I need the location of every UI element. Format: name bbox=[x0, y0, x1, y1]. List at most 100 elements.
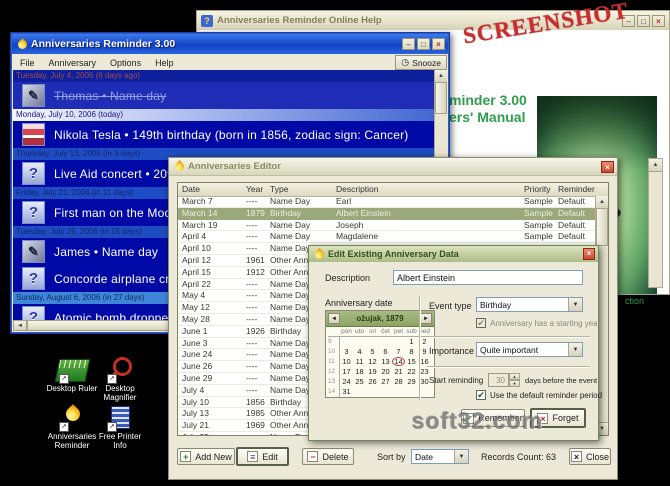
minimize-button[interactable]: – bbox=[402, 38, 415, 50]
window-title: Anniversaries Reminder Online Help bbox=[217, 15, 382, 26]
menu-help[interactable]: Help bbox=[148, 58, 181, 68]
calendar-day[interactable]: 22 bbox=[405, 367, 418, 377]
nameday-icon: ✎ bbox=[22, 84, 45, 107]
main-titlebar[interactable]: Anniversaries Reminder 3.00 – □ × bbox=[12, 34, 448, 54]
cell: Magdalene bbox=[336, 231, 379, 242]
column-header[interactable]: Reminder bbox=[558, 184, 598, 195]
cell: 1856 bbox=[246, 396, 265, 407]
calendar-day bbox=[353, 387, 366, 397]
anniversary-item[interactable]: Nikola Tesla • 149th birthday (born in 1… bbox=[13, 121, 447, 148]
days-spinner[interactable]: 30 bbox=[488, 373, 509, 387]
column-header[interactable]: Type bbox=[270, 184, 334, 195]
calendar-day[interactable]: 15 bbox=[405, 357, 418, 367]
calendar-day[interactable]: 1 bbox=[405, 337, 418, 347]
column-header[interactable]: Priority bbox=[524, 184, 558, 195]
calendar-day[interactable]: 12 bbox=[366, 357, 379, 367]
close-icon[interactable]: × bbox=[583, 248, 595, 260]
calendar-day[interactable]: 20 bbox=[379, 367, 392, 377]
calendar-day[interactable]: 3 bbox=[340, 347, 353, 357]
help-scrollbar[interactable]: ▲ bbox=[648, 158, 663, 288]
calendar-day[interactable]: 7 bbox=[392, 347, 405, 357]
dialog-titlebar[interactable]: Edit Existing Anniversary Data × bbox=[309, 246, 598, 262]
calendar-day bbox=[379, 337, 392, 347]
sort-combobox[interactable]: Date ▼ bbox=[411, 449, 469, 464]
chevron-down-icon[interactable]: ▼ bbox=[454, 450, 468, 463]
starting-year-checkbox[interactable]: ✔ bbox=[476, 318, 486, 328]
calendar-day[interactable]: 26 bbox=[366, 377, 379, 387]
close-button[interactable]: × Close bbox=[569, 448, 611, 465]
item-text: Nikola Tesla • 149th birthday (born in 1… bbox=[54, 127, 409, 142]
calendar-day[interactable]: 4 bbox=[353, 347, 366, 357]
calendar-day[interactable]: 11 bbox=[353, 357, 366, 367]
maximize-button[interactable]: □ bbox=[417, 38, 430, 50]
cell: ---- bbox=[246, 231, 258, 242]
selected-day[interactable]: 14 bbox=[392, 357, 405, 366]
close-icon[interactable]: × bbox=[601, 160, 614, 173]
desktop-shortcut[interactable]: ↗ Free Printer Info bbox=[92, 404, 148, 450]
column-header[interactable]: Description bbox=[336, 184, 522, 195]
chevron-down-icon[interactable]: ▼ bbox=[568, 298, 582, 311]
calendar-day[interactable]: 19 bbox=[366, 367, 379, 377]
table-row[interactable]: March 14 1879 Birthday Albert Einstein Sampl… bbox=[178, 207, 596, 220]
help-link-fragment[interactable]: ction bbox=[625, 296, 644, 306]
calendar-day[interactable]: 25 bbox=[353, 377, 366, 387]
calendar-next-icon[interactable]: ► bbox=[420, 313, 432, 324]
calendar-day[interactable]: 31 bbox=[340, 387, 353, 397]
scroll-left-icon[interactable]: ◄ bbox=[13, 320, 27, 331]
item-text: First man on the Moon • bbox=[54, 205, 187, 220]
calendar-day[interactable]: 28 bbox=[392, 377, 405, 387]
item-text: James • Name day bbox=[54, 244, 159, 259]
calendar-day[interactable]: 13 bbox=[379, 357, 392, 367]
calendar-day[interactable]: 5 bbox=[366, 347, 379, 357]
chevron-down-icon[interactable]: ▼ bbox=[568, 343, 582, 356]
plus-icon: + bbox=[180, 451, 192, 462]
scroll-up-icon[interactable]: ▲ bbox=[649, 159, 662, 172]
column-header[interactable]: Date bbox=[182, 184, 242, 195]
scroll-thumb[interactable] bbox=[435, 82, 447, 114]
spinner-buttons[interactable]: ▲ ▼ bbox=[509, 373, 520, 387]
snooze-button[interactable]: ◷ Snooze bbox=[395, 55, 447, 70]
description-input[interactable]: Albert Einstein bbox=[393, 270, 583, 285]
delete-button[interactable]: − Delete bbox=[302, 448, 354, 465]
importance-value: Quite important bbox=[480, 345, 539, 355]
cell: April 12 bbox=[182, 254, 211, 265]
desktop-shortcut[interactable]: ↗ Desktop Magnifier bbox=[92, 356, 148, 402]
calendar-day[interactable]: 8 bbox=[405, 347, 418, 357]
calendar-day[interactable]: 29 bbox=[405, 377, 418, 387]
edit-button[interactable]: ≡ Edit bbox=[236, 447, 289, 466]
cell: Sample bbox=[524, 207, 553, 218]
calendar-day[interactable]: 17 bbox=[340, 367, 353, 377]
calendar-day[interactable]: 10 bbox=[340, 357, 353, 367]
calendar-day[interactable]: 24 bbox=[340, 377, 353, 387]
event-type-combobox[interactable]: Birthday ▼ bbox=[476, 297, 583, 312]
nameday-icon: ✎ bbox=[22, 240, 45, 263]
table-row[interactable]: March 7 ---- Name Day Earl Sample Default bbox=[178, 196, 596, 208]
day-of-week: sub bbox=[406, 328, 417, 335]
menu-options[interactable]: Options bbox=[103, 58, 148, 68]
calendar-day[interactable]: 14 bbox=[392, 357, 405, 367]
sort-by-label: Sort by bbox=[377, 452, 406, 462]
calendar-day[interactable]: 18 bbox=[353, 367, 366, 377]
cell: ---- bbox=[246, 349, 258, 360]
shortcut-arrow-icon: ↗ bbox=[107, 374, 117, 384]
close-icon[interactable]: × bbox=[432, 38, 445, 50]
scroll-thumb[interactable] bbox=[596, 208, 608, 246]
menu-anniversary[interactable]: Anniversary bbox=[42, 58, 104, 68]
column-header[interactable]: Year bbox=[246, 184, 269, 195]
spin-up-icon[interactable]: ▲ bbox=[509, 373, 520, 380]
cell: ---- bbox=[246, 337, 258, 348]
calendar-day[interactable]: 27 bbox=[379, 377, 392, 387]
default-period-checkbox[interactable]: ✔ bbox=[476, 390, 486, 400]
calendar-day[interactable]: 6 bbox=[379, 347, 392, 357]
menu-file[interactable]: File bbox=[13, 58, 42, 68]
anniversary-item[interactable]: ✎ Thomas • Name day bbox=[13, 82, 447, 109]
cell: Birthday bbox=[270, 207, 302, 218]
table-row[interactable]: April 4 ---- Name Day Magdalene Sample Defaul… bbox=[178, 231, 596, 244]
importance-combobox[interactable]: Quite important ▼ bbox=[476, 342, 583, 357]
calendar-day[interactable]: 21 bbox=[392, 367, 405, 377]
cell: Sample bbox=[524, 231, 553, 242]
spin-down-icon[interactable]: ▼ bbox=[509, 380, 520, 387]
editor-titlebar[interactable]: Anniversaries Editor × bbox=[169, 158, 617, 176]
add-new-button[interactable]: + Add New bbox=[177, 448, 235, 465]
table-row[interactable]: March 19 ---- Name Day Joseph Sample Default bbox=[178, 220, 596, 232]
